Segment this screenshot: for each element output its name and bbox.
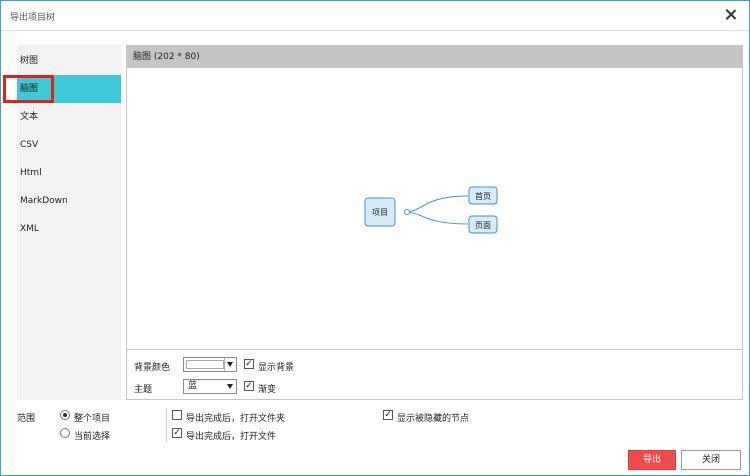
sidebar-item-text[interactable]: 文本 (17, 103, 121, 131)
close-icon[interactable] (723, 7, 739, 23)
scope-option-label: 当前选择 (74, 432, 111, 442)
show-hidden-label: 显示被隐藏的节点 (397, 414, 470, 424)
sidebar-item-label: 文本 (20, 112, 39, 122)
bg-color-picker[interactable] (183, 357, 237, 372)
show-hidden-checkbox[interactable]: ✓ (383, 410, 393, 420)
chevron-down-icon (227, 384, 233, 389)
gradient-label: 渐变 (258, 385, 277, 395)
footer-divider (166, 408, 167, 442)
bg-color-swatch (186, 360, 224, 369)
open-file-checkbox[interactable]: ✓ (172, 428, 182, 438)
preview-panel: 脑图 (202 * 80) 项目 首页 页面 背景颜色 ✓ 显示背景 主题 蓝 … (126, 45, 743, 400)
title-bar: 导出项目树 (1, 1, 749, 31)
mindmap-collapse-icon (404, 209, 410, 215)
sidebar-item-label: XML (20, 224, 39, 234)
preview-header: 脑图 (202 * 80) (127, 46, 742, 68)
annotation-highlight-box (3, 75, 54, 103)
theme-label: 主题 (134, 385, 153, 395)
scope-radio-whole-project[interactable] (60, 410, 70, 420)
open-folder-label: 导出完成后，打开文件夹 (186, 414, 286, 424)
sidebar-item-xml[interactable]: XML (17, 215, 121, 243)
sidebar-item-csv[interactable]: CSV (17, 131, 121, 159)
gradient-checkbox[interactable]: ✓ (244, 381, 254, 391)
close-button[interactable]: 关闭 (681, 450, 741, 470)
mindmap-preview: 项目 首页 页面 (363, 186, 505, 240)
show-bg-label: 显示背景 (258, 363, 295, 373)
sidebar-item-label: CSV (20, 140, 39, 150)
export-dialog: 导出项目树 树图 脑图 文本 CSV Html MarkDown XML 脑图 … (0, 0, 750, 476)
theme-select[interactable]: 蓝 (183, 379, 237, 394)
sidebar-item-label: 树图 (20, 56, 39, 66)
show-bg-checkbox[interactable]: ✓ (244, 359, 254, 369)
theme-select-value: 蓝 (188, 381, 198, 391)
preview-canvas: 项目 首页 页面 (127, 68, 742, 350)
sidebar-item-html[interactable]: Html (17, 159, 121, 187)
open-folder-checkbox[interactable] (172, 410, 182, 420)
scope-option-label: 整个项目 (74, 414, 111, 424)
scope-label: 范围 (17, 414, 36, 424)
mindmap-root-label: 项目 (372, 208, 388, 217)
sidebar-item-label: MarkDown (20, 196, 68, 206)
bg-color-label: 背景颜色 (134, 363, 171, 373)
mindmap-child-label: 页面 (475, 221, 491, 230)
dialog-title: 导出项目树 (10, 13, 56, 23)
export-button[interactable]: 导出 (628, 450, 676, 470)
sidebar-item-markdown[interactable]: MarkDown (17, 187, 121, 215)
open-file-label: 导出完成后，打开文件 (186, 432, 277, 442)
sidebar-item-label: Html (20, 168, 42, 178)
sidebar-item-tree[interactable]: 树图 (17, 47, 121, 75)
scope-radio-current-selection[interactable] (60, 428, 70, 438)
chevron-down-icon (227, 362, 233, 367)
mindmap-child-label: 首页 (475, 191, 491, 201)
